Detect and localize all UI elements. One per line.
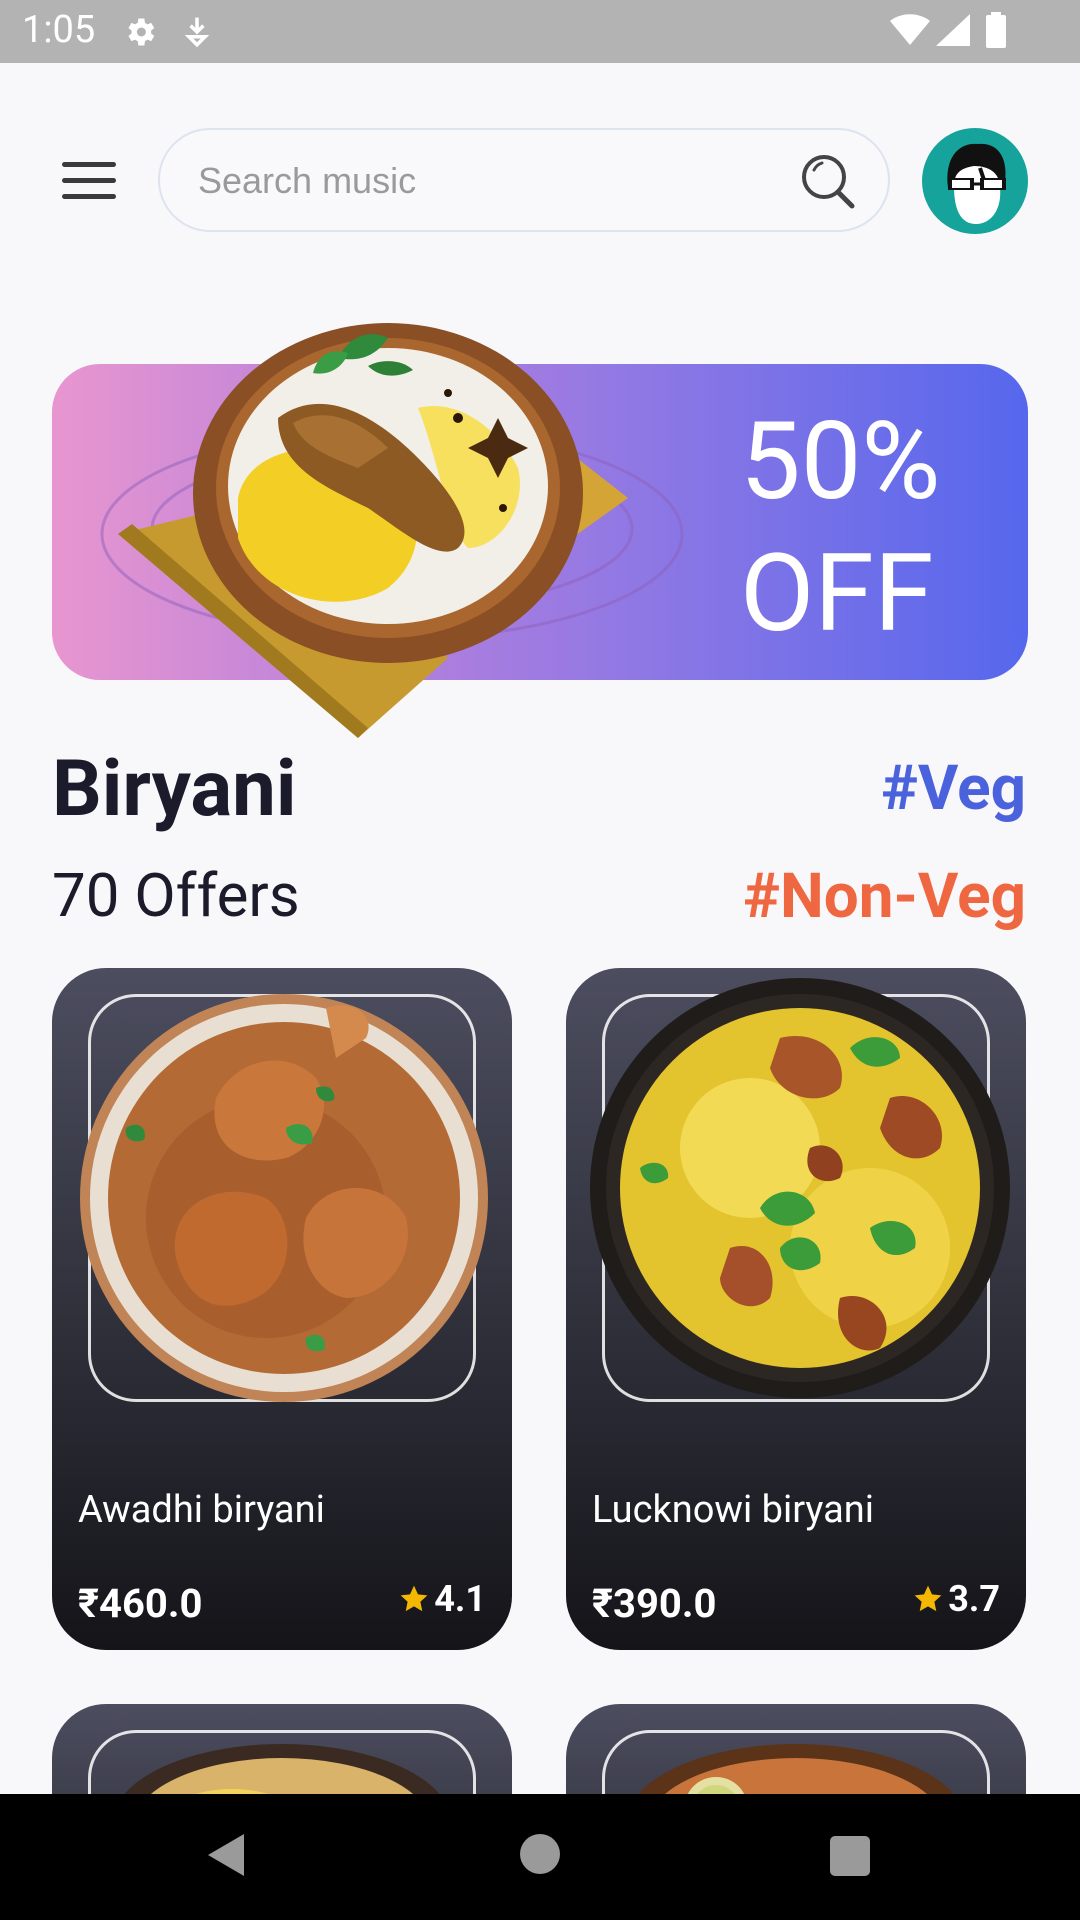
tag-non-veg[interactable]: #Non-Veg [743,860,1026,933]
discount-percent: 50% [740,399,941,525]
awadhi-biryani-image [80,994,488,1402]
home-button[interactable] [520,1834,560,1874]
category-title: Biryani [52,744,297,835]
offers-count: 70 Offers [52,860,300,931]
recents-button[interactable] [830,1836,870,1876]
user-avatar[interactable] [922,128,1028,234]
battery-icon [986,12,1006,48]
item-name: Lucknowi biryani [592,1488,875,1532]
download-icon [184,17,210,48]
search-icon[interactable] [800,152,858,212]
search-input[interactable] [198,156,758,206]
banner-discount-text: 50% OFF [740,396,1000,660]
wifi-icon [890,14,930,45]
system-nav-bar [0,1794,1080,1920]
rating-value: 4.1 [434,1578,486,1620]
status-bar: 1:05 [0,0,1080,63]
item-rating: 3.7 [912,1578,1000,1620]
back-icon[interactable] [206,1832,246,1878]
avatar-face-icon [947,143,1006,224]
food-card-awadhi[interactable]: Awadhi biryani ₹460.0 4.1 [52,968,512,1650]
status-time: 1:05 [22,8,96,52]
menu-button[interactable] [58,158,120,204]
tag-veg[interactable]: #Veg [881,752,1026,825]
food-card-lucknowi[interactable]: Lucknowi biryani ₹390.0 3.7 [566,968,1026,1650]
discount-off: OFF [740,531,934,657]
hamburger-line [62,178,116,183]
settings-gear-icon [128,18,155,46]
hamburger-line [62,162,116,167]
item-price: ₹390.0 [592,1580,717,1627]
search-bar[interactable] [158,128,890,232]
star-icon [914,1585,942,1612]
item-name: Awadhi biryani [78,1488,325,1532]
lucknowi-biryani-image [590,978,1010,1398]
star-icon [400,1585,428,1612]
biryani-plate-image [118,323,628,738]
rating-value: 3.7 [948,1578,1000,1620]
signal-icon [936,14,970,46]
item-rating: 4.1 [398,1578,486,1620]
hamburger-line [62,194,116,199]
item-price: ₹460.0 [78,1580,203,1627]
app-screen: 1:05 Search music 50% OFF Biryani 70 Off… [0,0,1080,1920]
